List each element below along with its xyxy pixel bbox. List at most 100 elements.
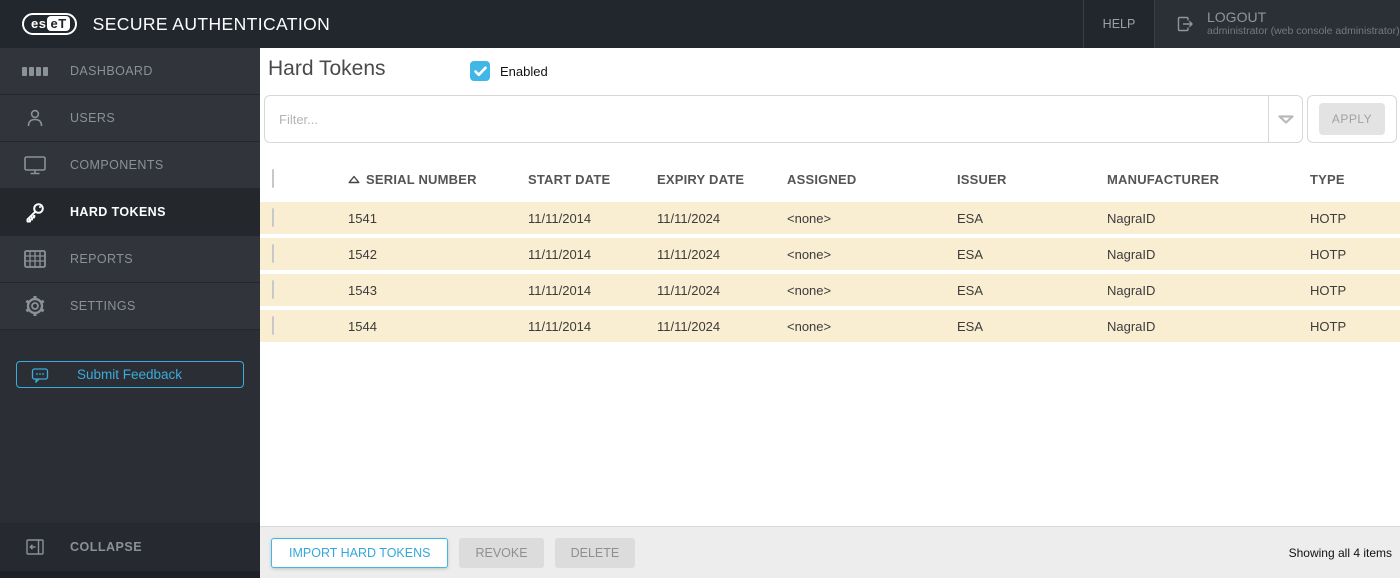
column-header-expiry-date[interactable]: EXPIRY DATE — [657, 172, 787, 187]
cell-start-date: 11/11/2014 — [528, 210, 592, 226]
cell-assigned: <none> — [787, 246, 832, 262]
help-label: HELP — [1102, 17, 1136, 31]
column-header-start-date[interactable]: START DATE — [528, 172, 657, 187]
cell-start-date: 11/11/2014 — [528, 246, 592, 262]
row-checkbox[interactable] — [272, 316, 274, 335]
collapse-button[interactable]: COLLAPSE — [0, 523, 260, 571]
column-label: SERIAL NUMBER — [366, 171, 477, 187]
logout-button[interactable]: LOGOUT administrator (web console admini… — [1155, 0, 1400, 48]
chevron-down-icon — [1277, 114, 1294, 124]
filter-box — [264, 95, 1303, 143]
sidebar-item-hard-tokens[interactable]: HARD TOKENS — [0, 189, 260, 236]
filter-row: APPLY — [260, 95, 1400, 143]
cell-type: HOTP — [1310, 210, 1347, 226]
delete-button[interactable]: DELETE — [554, 537, 636, 568]
collapse-label: COLLAPSE — [70, 540, 143, 554]
import-hard-tokens-button[interactable]: IMPORT HARD TOKENS — [271, 537, 449, 568]
feedback-label: Submit Feedback — [77, 367, 183, 382]
row-checkbox[interactable] — [272, 280, 274, 299]
cell-manufacturer: NagraID — [1107, 210, 1156, 226]
cell-manufacturer: NagraID — [1107, 282, 1156, 298]
sidebar-item-label: HARD TOKENS — [70, 205, 166, 219]
cell-expiry-date: 11/11/2024 — [657, 318, 721, 334]
cell-manufacturer: NagraID — [1107, 246, 1156, 262]
sidebar-bottom-strip — [0, 571, 260, 578]
select-all-checkbox[interactable] — [272, 169, 274, 188]
check-icon — [473, 66, 487, 76]
revoke-button[interactable]: REVOKE — [459, 537, 544, 568]
column-label: ISSUER — [957, 171, 1007, 187]
help-button[interactable]: HELP — [1083, 0, 1155, 48]
column-label: EXPIRY DATE — [657, 171, 745, 187]
action-bar: IMPORT HARD TOKENS REVOKE DELETE Showing… — [260, 526, 1400, 578]
filter-input[interactable] — [265, 96, 1268, 142]
key-icon — [22, 200, 48, 224]
apply-box: APPLY — [1307, 95, 1397, 143]
page-title: Hard Tokens — [268, 57, 386, 80]
cell-issuer: ESA — [957, 318, 984, 334]
feedback-bubble-icon — [31, 367, 49, 383]
collapse-icon — [22, 538, 48, 556]
table-row[interactable]: 1542 11/11/2014 11/11/2024 <none> ESA Na… — [260, 238, 1400, 270]
table-header: SERIAL NUMBER START DATE EXPIRY DATE ASS… — [260, 160, 1400, 198]
sidebar-item-label: SETTINGS — [70, 299, 136, 313]
sidebar: DASHBOARD USERS COMPONENTS HARD TOKENS R… — [0, 48, 260, 578]
column-label: START DATE — [528, 171, 611, 187]
table-row[interactable]: 1544 11/11/2014 11/11/2024 <none> ESA Na… — [260, 310, 1400, 342]
apply-button[interactable]: APPLY — [1319, 103, 1385, 135]
cell-issuer: ESA — [957, 246, 984, 262]
sidebar-item-label: REPORTS — [70, 252, 133, 266]
brand: es eT SECURE AUTHENTICATION — [22, 13, 330, 35]
sidebar-item-reports[interactable]: REPORTS — [0, 236, 260, 283]
sidebar-item-label: DASHBOARD — [70, 64, 153, 78]
eset-logo-badge: eT — [47, 16, 70, 31]
table-row[interactable]: 1543 11/11/2014 11/11/2024 <none> ESA Na… — [260, 274, 1400, 306]
logout-user: administrator (web console administrator… — [1207, 25, 1400, 37]
cell-serial: 1542 — [348, 246, 377, 262]
cell-assigned: <none> — [787, 282, 832, 298]
sidebar-item-dashboard[interactable]: DASHBOARD — [0, 48, 260, 95]
sidebar-item-label: USERS — [70, 111, 116, 125]
cell-expiry-date: 11/11/2024 — [657, 282, 721, 298]
cell-issuer: ESA — [957, 210, 984, 226]
column-header-manufacturer[interactable]: MANUFACTURER — [1107, 172, 1310, 187]
cell-assigned: <none> — [787, 318, 832, 334]
sidebar-item-settings[interactable]: SETTINGS — [0, 283, 260, 330]
cell-serial: 1544 — [348, 318, 377, 334]
sidebar-item-label: COMPONENTS — [70, 158, 164, 172]
sort-asc-icon — [348, 175, 360, 184]
column-label: MANUFACTURER — [1107, 171, 1220, 187]
settings-icon — [22, 294, 48, 318]
top-bar: es eT SECURE AUTHENTICATION HELP LOGOUT a… — [0, 0, 1400, 48]
logout-label: LOGOUT — [1207, 9, 1267, 25]
column-header-serial-number[interactable]: SERIAL NUMBER — [348, 172, 528, 187]
column-header-type[interactable]: TYPE — [1310, 172, 1400, 187]
row-checkbox[interactable] — [272, 208, 274, 227]
submit-feedback-button[interactable]: Submit Feedback — [16, 361, 244, 388]
components-icon — [22, 154, 48, 176]
cell-type: HOTP — [1310, 318, 1347, 334]
column-header-issuer[interactable]: ISSUER — [957, 172, 1107, 187]
cell-expiry-date: 11/11/2024 — [657, 210, 721, 226]
items-count-summary: Showing all 4 items — [1288, 545, 1392, 560]
column-label: TYPE — [1310, 171, 1345, 187]
cell-start-date: 11/11/2014 — [528, 282, 592, 298]
filter-dropdown-button[interactable] — [1268, 96, 1302, 142]
reports-icon — [22, 248, 48, 270]
cell-issuer: ESA — [957, 282, 984, 298]
row-checkbox[interactable] — [272, 244, 274, 263]
enabled-label: Enabled — [500, 63, 548, 79]
eset-logo-text: es — [31, 16, 47, 31]
column-header-assigned[interactable]: ASSIGNED — [787, 172, 957, 187]
table-body: 1541 11/11/2014 11/11/2024 <none> ESA Na… — [260, 202, 1400, 346]
cell-expiry-date: 11/11/2024 — [657, 246, 721, 262]
cell-serial: 1543 — [348, 282, 377, 298]
logout-icon — [1175, 14, 1195, 34]
sidebar-item-components[interactable]: COMPONENTS — [0, 142, 260, 189]
enabled-checkbox[interactable] — [470, 61, 490, 81]
table-row[interactable]: 1541 11/11/2014 11/11/2024 <none> ESA Na… — [260, 202, 1400, 234]
sidebar-item-users[interactable]: USERS — [0, 95, 260, 142]
main-content: Hard Tokens Enabled APPLY — [260, 48, 1400, 578]
users-icon — [22, 107, 48, 129]
cell-manufacturer: NagraID — [1107, 318, 1156, 334]
